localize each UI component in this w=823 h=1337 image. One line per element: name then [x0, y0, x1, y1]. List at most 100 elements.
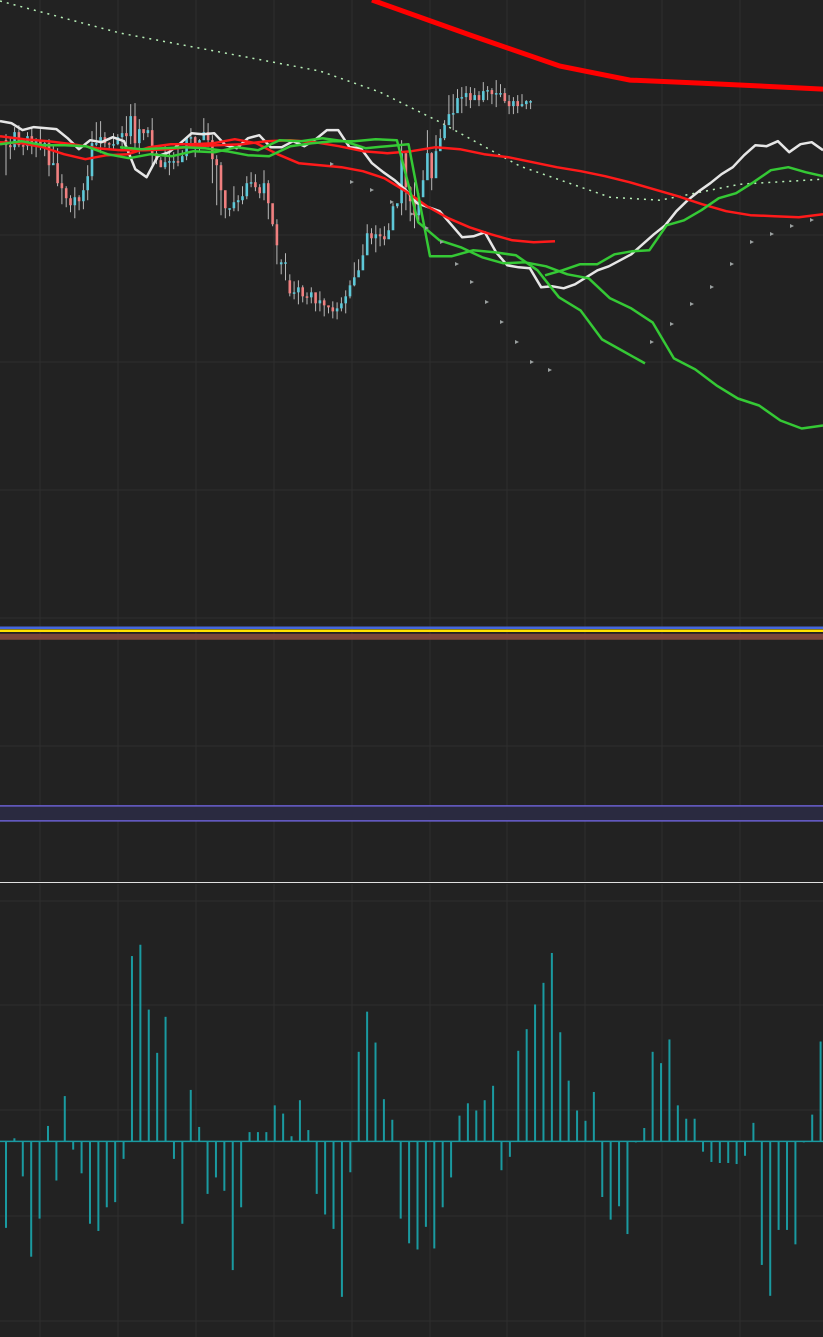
histogram-bar: [534, 1004, 537, 1142]
candle-body: [318, 300, 322, 304]
candle-body: [86, 176, 89, 191]
candle-body: [52, 163, 55, 166]
histogram-bar: [433, 1141, 436, 1249]
histogram-bar: [710, 1141, 713, 1162]
histogram-bar: [256, 1132, 259, 1142]
histogram-bar: [391, 1119, 394, 1142]
candle-body: [297, 287, 300, 293]
candle-body: [451, 113, 455, 115]
candle-body: [181, 156, 184, 163]
histogram-bar: [214, 1141, 217, 1178]
candle-body: [249, 182, 253, 184]
candle-body: [60, 183, 64, 189]
histogram-bar: [626, 1141, 629, 1235]
candle-body: [133, 116, 137, 144]
candle-body: [327, 305, 330, 308]
candle-body: [490, 90, 494, 95]
histogram-bar: [181, 1141, 184, 1224]
candle-body: [258, 187, 261, 194]
histogram-bar: [399, 1141, 402, 1219]
histogram-bar: [5, 1141, 7, 1228]
candle-body: [112, 144, 115, 146]
histogram-bar: [349, 1141, 352, 1173]
histogram-bar: [811, 1114, 814, 1142]
candle-body: [482, 91, 485, 101]
candle-body: [378, 234, 382, 237]
histogram-bar: [441, 1141, 444, 1208]
histogram-bar: [651, 1051, 654, 1142]
candle-body: [473, 95, 476, 101]
candle-body: [219, 165, 223, 191]
candle-body: [426, 153, 429, 181]
candle-body: [340, 303, 343, 309]
histogram-bar: [156, 1052, 159, 1142]
histogram-bar: [122, 1141, 125, 1159]
candle-body: [254, 182, 257, 188]
candle-body: [361, 255, 365, 271]
candle-body: [421, 180, 425, 198]
histogram-bar: [416, 1141, 419, 1250]
candle-body: [348, 285, 352, 297]
candle-body: [507, 101, 511, 107]
histogram-bar: [559, 1032, 562, 1142]
histogram-bar: [718, 1141, 721, 1164]
histogram-bar: [13, 1138, 16, 1142]
candle-body: [73, 197, 77, 206]
candle-body: [275, 224, 279, 246]
candle-body: [13, 132, 16, 148]
candle-body: [284, 262, 287, 264]
candle-body: [335, 308, 339, 312]
histogram-bar: [660, 1063, 663, 1142]
histogram-bar: [307, 1130, 310, 1142]
candle-body: [142, 129, 145, 134]
candle-body: [189, 137, 193, 139]
candle-body: [365, 233, 369, 256]
histogram-bar: [374, 1042, 377, 1142]
candle-body: [107, 143, 111, 145]
histogram-bar: [802, 1141, 805, 1143]
candle-body: [387, 230, 390, 240]
histogram-bar: [609, 1141, 612, 1220]
histogram-bar: [735, 1141, 738, 1165]
candle-body: [159, 160, 163, 168]
histogram-bar: [366, 1011, 369, 1142]
histogram-bar: [198, 1126, 201, 1142]
candle-body: [391, 206, 395, 231]
histogram-bar: [794, 1141, 797, 1245]
histogram-bar: [492, 1085, 495, 1142]
panel-separator: [0, 881, 823, 884]
candle-body: [460, 97, 464, 99]
histogram-bar: [97, 1141, 100, 1231]
histogram-bar: [382, 1099, 385, 1142]
histogram-bar: [466, 1103, 469, 1142]
histogram-bar: [298, 1100, 301, 1142]
histogram-bar: [668, 1039, 671, 1142]
histogram-bar: [702, 1141, 705, 1152]
histogram-bar: [206, 1141, 209, 1194]
candle-body: [314, 292, 317, 304]
histogram-bar: [550, 952, 553, 1142]
oscillator-chart: [0, 884, 823, 1337]
candle-body: [172, 161, 175, 163]
histogram-bar: [584, 1120, 587, 1142]
histogram-bar: [130, 956, 133, 1142]
histogram-bar: [819, 1041, 822, 1142]
candle-body: [434, 151, 438, 179]
candle-body: [129, 116, 132, 137]
candle-body: [331, 307, 335, 312]
candle-body: [520, 104, 524, 107]
candle-body: [486, 90, 489, 92]
histogram-bar: [290, 1136, 293, 1142]
candle-body: [176, 161, 180, 163]
candle-body: [69, 198, 72, 206]
histogram-bar: [63, 1096, 66, 1142]
candle-body: [21, 145, 25, 147]
histogram-bar: [340, 1141, 343, 1297]
candle-body: [241, 196, 244, 201]
histogram-bar: [458, 1115, 461, 1142]
histogram-bar: [223, 1141, 226, 1191]
candle-body: [310, 292, 313, 298]
histogram-bar: [475, 1110, 478, 1142]
candle-body: [228, 208, 231, 210]
candle-body: [525, 101, 528, 105]
